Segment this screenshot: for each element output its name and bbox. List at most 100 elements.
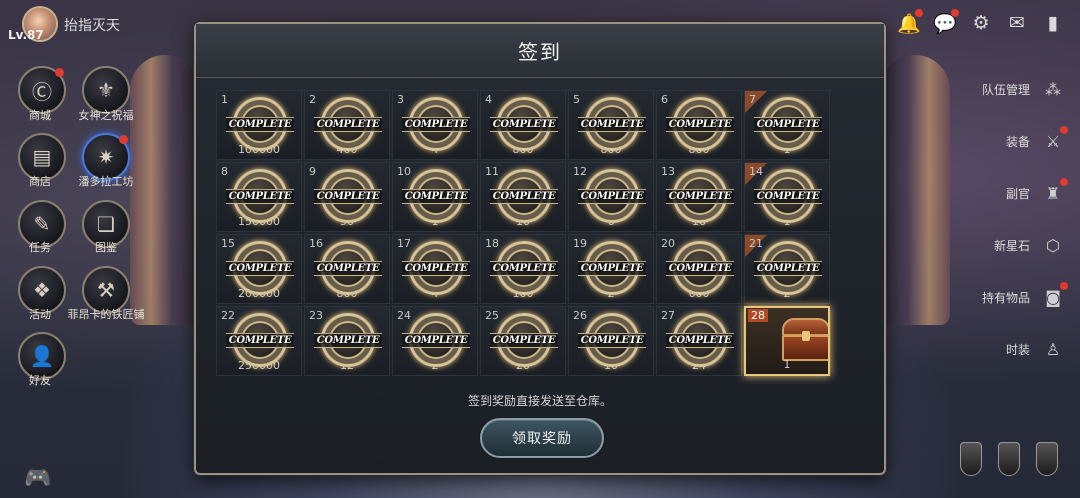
right-menu-label: 新星石 — [993, 238, 1030, 253]
reward-grid: 1COMPLETE1000002COMPLETE4003COMPLETE44CO… — [216, 90, 830, 376]
reward-quantity: 1 — [783, 358, 791, 371]
reward-cell: 8COMPLETE150000 — [216, 162, 302, 232]
day-number: 20 — [661, 237, 675, 250]
reward-cell: 3COMPLETE4 — [392, 90, 478, 160]
complete-stamp-text: COMPLETE — [401, 188, 471, 204]
reward-cell: 18COMPLETE100 — [480, 234, 566, 304]
reward-cell: 27COMPLETE24 — [656, 306, 742, 376]
day-number: 9 — [309, 165, 316, 178]
complete-stamp-text: COMPLETE — [665, 260, 735, 276]
complete-stamp-icon: COMPLETE — [665, 241, 735, 295]
swords-icon: ⚔ — [1040, 126, 1068, 154]
reward-cell: 4COMPLETE800 — [480, 90, 566, 160]
gear-icon[interactable]: ⚙ — [968, 10, 994, 36]
day-number: 7 — [749, 93, 756, 106]
complete-stamp-icon: COMPLETE — [489, 97, 559, 151]
shield-icon[interactable] — [1036, 442, 1058, 476]
complete-stamp-text: COMPLETE — [401, 116, 471, 132]
complete-stamp-text: COMPLETE — [577, 260, 647, 276]
complete-stamp-icon: COMPLETE — [489, 241, 559, 295]
costume-button[interactable]: 时装 ♙ — [1006, 336, 1066, 362]
left-menu-label: 好友 — [29, 374, 51, 387]
day-number: 1 — [221, 93, 228, 106]
claim-reward-button[interactable]: 领取奖励 — [480, 418, 604, 458]
decorative-pillar-right — [880, 55, 950, 325]
party-shields — [960, 442, 1058, 476]
shop-c-icon: Ⓒ — [32, 79, 52, 104]
complete-stamp-icon: COMPLETE — [753, 97, 823, 151]
complete-stamp-text: COMPLETE — [665, 116, 735, 132]
bag-icon: ◙ — [1040, 282, 1068, 310]
checkin-modal: 签到 1COMPLETE1000002COMPLETE4003COMPLETE4… — [194, 22, 886, 475]
reward-cell: 11COMPLETE10 — [480, 162, 566, 232]
right-menu-label: 副官 — [1005, 186, 1030, 201]
notification-dot — [951, 9, 959, 17]
day-number: 28 — [748, 309, 768, 322]
day-number: 19 — [573, 237, 587, 250]
team-management-button[interactable]: 队伍管理 ⁂ — [982, 76, 1066, 102]
complete-stamp-icon: COMPLETE — [225, 313, 295, 367]
reward-cell: 21COMPLETE2 — [744, 234, 830, 304]
complete-stamp-icon: COMPLETE — [577, 97, 647, 151]
shield-icon[interactable] — [998, 442, 1020, 476]
day-number: 21 — [749, 237, 763, 250]
complete-stamp-text: COMPLETE — [313, 332, 383, 348]
complete-stamp-icon: COMPLETE — [665, 97, 735, 151]
reward-cell: 10COMPLETE1 — [392, 162, 478, 232]
left-menu-label: 女神之祝福 — [78, 109, 134, 122]
reward-cell: 1COMPLETE100000 — [216, 90, 302, 160]
right-menu-label: 队伍管理 — [981, 82, 1030, 97]
reward-cell: 15COMPLETE200000 — [216, 234, 302, 304]
complete-stamp-text: COMPLETE — [401, 332, 471, 348]
complete-stamp-text: COMPLETE — [313, 260, 383, 276]
reward-cell: 6COMPLETE800 — [656, 90, 742, 160]
complete-stamp-icon: COMPLETE — [401, 169, 471, 223]
reward-cell: 2COMPLETE400 — [304, 90, 390, 160]
reward-cell: 16COMPLETE800 — [304, 234, 390, 304]
complete-stamp-text: COMPLETE — [225, 332, 295, 348]
notification-dot — [915, 9, 923, 17]
day-number: 14 — [749, 165, 763, 178]
reward-cell: 9COMPLETE50 — [304, 162, 390, 232]
left-menu-label: 菲昂卡的铁匠铺 — [67, 308, 145, 321]
treasure-chest-icon — [780, 318, 828, 362]
day-number: 6 — [661, 93, 668, 106]
complete-stamp-text: COMPLETE — [225, 116, 295, 132]
complete-stamp-icon: COMPLETE — [753, 241, 823, 295]
day-number: 15 — [221, 237, 235, 250]
day-number: 5 — [573, 93, 580, 106]
goddess-icon: ⚜ — [97, 78, 115, 102]
signal-icon: ▮ — [1047, 12, 1059, 34]
complete-stamp-icon: COMPLETE — [401, 97, 471, 151]
complete-stamp-icon: COMPLETE — [313, 241, 383, 295]
complete-stamp-text: COMPLETE — [577, 332, 647, 348]
complete-stamp-text: COMPLETE — [665, 188, 735, 204]
equipment-button[interactable]: 装备 ⚔ — [1006, 126, 1068, 154]
notification-dot — [1060, 282, 1068, 290]
reward-cell: 22COMPLETE250000 — [216, 306, 302, 376]
shield-icon[interactable] — [960, 442, 982, 476]
reward-cell: 20COMPLETE600 — [656, 234, 742, 304]
bell-icon[interactable]: 🔔 — [896, 9, 923, 36]
day-number: 16 — [309, 237, 323, 250]
complete-stamp-icon: COMPLETE — [665, 169, 735, 223]
complete-stamp-text: COMPLETE — [577, 116, 647, 132]
adjutant-button[interactable]: 副官 ♜ — [1005, 178, 1068, 206]
complete-stamp-icon: COMPLETE — [665, 313, 735, 367]
workshop-icon: ✷ — [97, 145, 115, 169]
complete-stamp-text: COMPLETE — [225, 260, 295, 276]
complete-stamp-text: COMPLETE — [489, 188, 559, 204]
day-number: 23 — [309, 309, 323, 322]
complete-stamp-icon: COMPLETE — [401, 313, 471, 367]
reward-cell: 13COMPLETE16 — [656, 162, 742, 232]
mail-icon[interactable]: ✉ — [1004, 10, 1030, 36]
gamepad-icon[interactable]: 🎮 — [24, 466, 51, 491]
complete-stamp-icon: COMPLETE — [577, 169, 647, 223]
reward-cell-today[interactable]: 28 1 — [744, 306, 830, 376]
right-menu-label: 时装 — [1005, 342, 1030, 357]
chat-icon[interactable]: 💬 — [932, 9, 959, 36]
team-icon: ⁂ — [1045, 79, 1061, 99]
notification-dot — [119, 135, 128, 144]
nova-stone-button[interactable]: 新星石 ⬡ — [994, 232, 1066, 258]
inventory-button[interactable]: 持有物品 ◙ — [982, 282, 1068, 310]
